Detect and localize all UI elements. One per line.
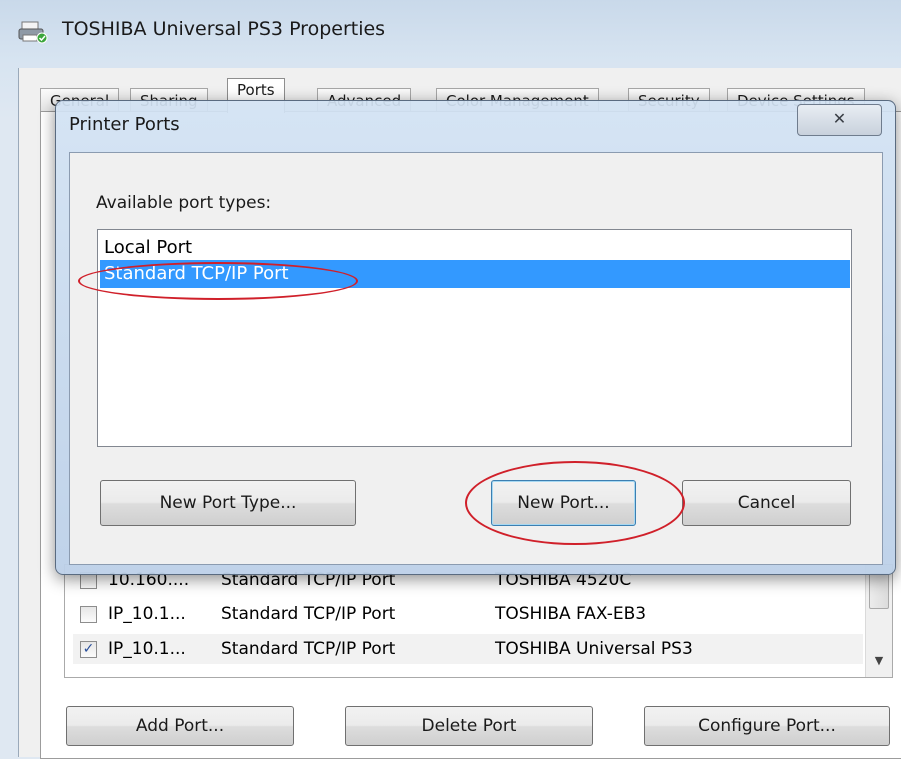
- add-port-button[interactable]: Add Port...: [66, 706, 294, 746]
- port-type-local[interactable]: Local Port: [100, 234, 850, 262]
- cancel-button[interactable]: Cancel: [682, 480, 851, 526]
- port-list[interactable]: 10.160.... Standard TCP/IP Port TOSHIBA …: [64, 564, 893, 678]
- delete-port-button[interactable]: Delete Port: [345, 706, 593, 746]
- port-list-scrollbar[interactable]: ▼: [865, 565, 892, 677]
- port-printer: TOSHIBA FAX-EB3: [495, 604, 647, 624]
- dialog-client: Available port types: Local Port Standar…: [69, 152, 883, 565]
- port-name: IP_10.1...: [108, 604, 186, 624]
- port-types-list[interactable]: Local Port Standard TCP/IP Port: [97, 229, 852, 447]
- port-row[interactable]: IP_10.1... Standard TCP/IP Port TOSHIBA …: [73, 599, 863, 629]
- new-port-type-button[interactable]: New Port Type...: [100, 480, 356, 526]
- configure-port-button[interactable]: Configure Port...: [644, 706, 890, 746]
- scroll-down-arrow-icon[interactable]: ▼: [871, 655, 887, 667]
- window-titlebar: TOSHIBA Universal PS3 Properties: [0, 0, 901, 62]
- scrollbar-thumb[interactable]: [869, 573, 889, 609]
- window-title: TOSHIBA Universal PS3 Properties: [62, 18, 386, 40]
- close-icon[interactable]: ✕: [797, 104, 882, 136]
- dialog-title: Printer Ports: [69, 114, 180, 135]
- printer-ports-dialog: Printer Ports ✕ Available port types: Lo…: [55, 100, 896, 575]
- port-name: IP_10.1...: [108, 639, 186, 659]
- port-printer: TOSHIBA Universal PS3: [495, 639, 693, 659]
- port-checkbox-checked[interactable]: ✓: [80, 641, 97, 658]
- port-row[interactable]: ✓ IP_10.1... Standard TCP/IP Port TOSHIB…: [73, 634, 863, 664]
- port-checkbox[interactable]: [80, 606, 97, 623]
- port-description: Standard TCP/IP Port: [221, 639, 396, 659]
- port-types-label: Available port types:: [96, 193, 272, 213]
- printer-icon: [18, 21, 48, 44]
- port-type-standard-tcpip[interactable]: Standard TCP/IP Port: [100, 260, 850, 288]
- new-port-button[interactable]: New Port...: [491, 480, 636, 526]
- port-description: Standard TCP/IP Port: [221, 604, 396, 624]
